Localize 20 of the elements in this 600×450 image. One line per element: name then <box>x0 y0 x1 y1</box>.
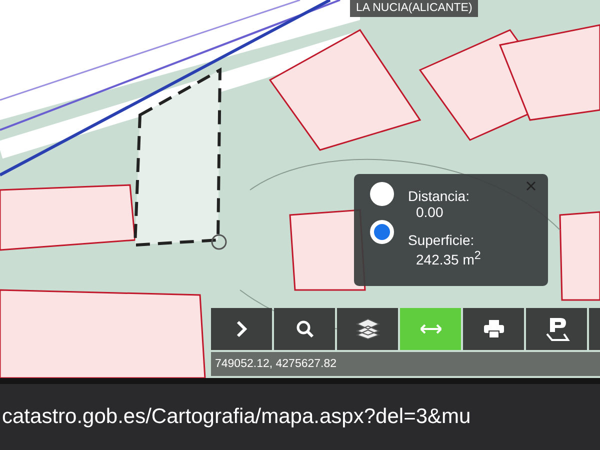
printer-icon <box>484 320 504 338</box>
option-label: Distancia: <box>408 188 470 204</box>
place-label: LA NUCIA(ALICANTE) <box>350 0 478 17</box>
radio-button[interactable] <box>370 220 394 244</box>
chevron-right-icon <box>236 320 248 338</box>
search-icon <box>296 320 314 338</box>
parcel-pin-icon <box>544 316 570 342</box>
chevron-button[interactable] <box>211 308 272 350</box>
option-label: Superficie: <box>408 232 476 248</box>
double-arrow-icon <box>420 324 442 334</box>
option-value: 0.00 <box>415 204 444 220</box>
search-button[interactable] <box>274 308 335 350</box>
url-text[interactable]: catastro.gob.es/Cartografia/mapa.aspx?del=3&mu <box>2 405 471 429</box>
layers-icon <box>356 318 380 340</box>
coordinates-text: 749052.12, 4275627.82 <box>211 352 600 376</box>
print-button[interactable] <box>463 308 524 350</box>
parcel-button[interactable] <box>526 308 587 350</box>
option-value: 242.35 m$^{2}$ <box>415 248 481 268</box>
layers-button[interactable] <box>337 308 398 350</box>
radio-button[interactable] <box>370 182 394 206</box>
